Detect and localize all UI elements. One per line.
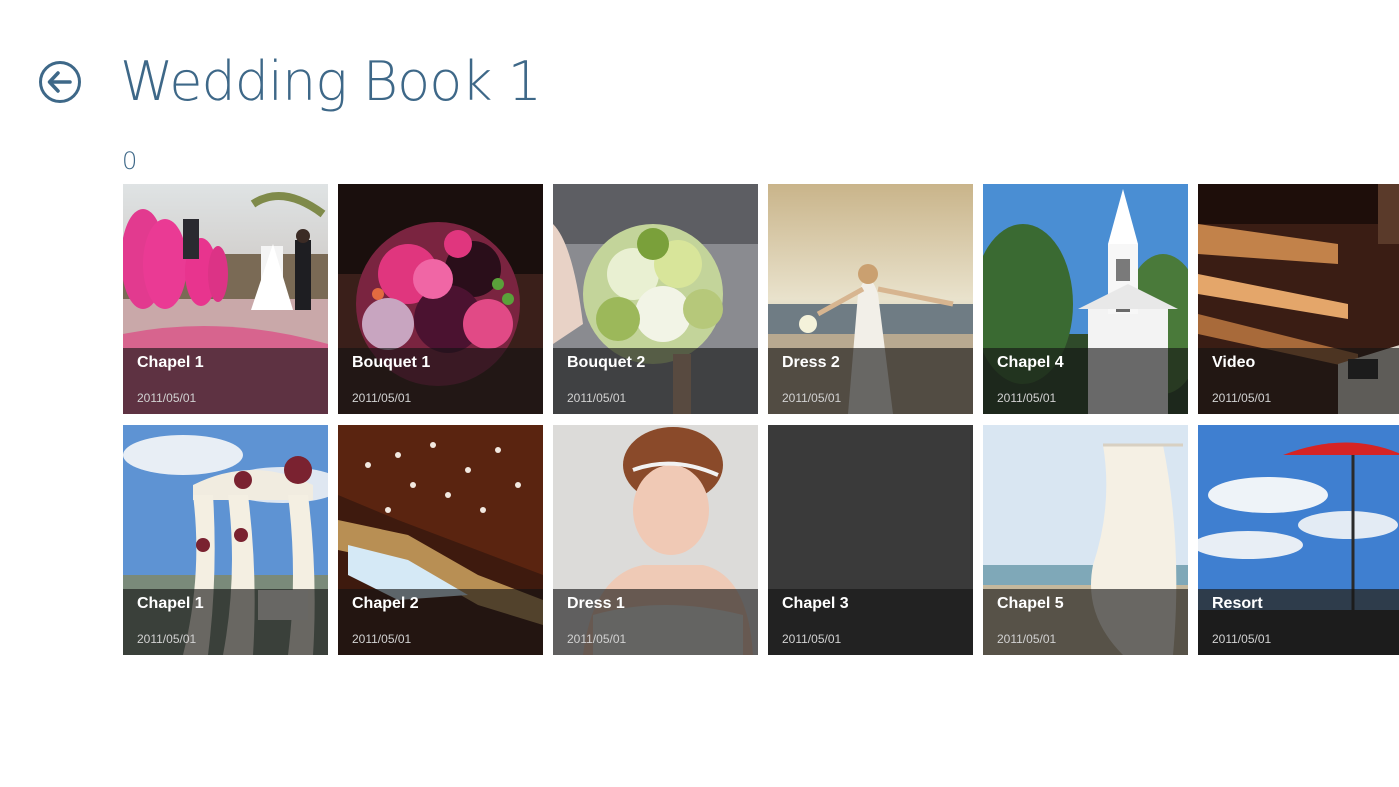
- tile-title: Dress 2: [782, 354, 840, 371]
- tile-title: Chapel 5: [997, 595, 1064, 612]
- tile-date: 2011/05/01: [997, 632, 1057, 646]
- tile-title: Bouquet 1: [352, 354, 431, 371]
- tile-title: Dress 1: [567, 595, 625, 612]
- photo-tile[interactable]: Dress 2 2011/05/01: [768, 184, 973, 414]
- back-arrow-circle-icon: [39, 61, 81, 103]
- group-header: 0: [122, 147, 138, 175]
- app-page: Wedding Book 1 0 Chapel 1 2011/05/01 Bou…: [0, 0, 1399, 787]
- tile-caption: Chapel 2 2011/05/01: [338, 589, 543, 655]
- tile-title: Chapel 4: [997, 354, 1064, 371]
- tile-caption: Chapel 1 2011/05/01: [123, 589, 328, 655]
- photo-tile[interactable]: Resort 2011/05/01: [1198, 425, 1399, 655]
- tile-caption: Chapel 4 2011/05/01: [983, 348, 1188, 414]
- tile-title: Chapel 1: [137, 595, 204, 612]
- photo-tile[interactable]: Chapel 5 2011/05/01: [983, 425, 1188, 655]
- tile-date: 2011/05/01: [137, 632, 197, 646]
- tile-date: 2011/05/01: [567, 391, 627, 405]
- tile-title: Resort: [1212, 595, 1263, 612]
- photo-tile[interactable]: Chapel 4 2011/05/01: [983, 184, 1188, 414]
- tile-date: 2011/05/01: [352, 391, 412, 405]
- photo-tile[interactable]: Bouquet 1 2011/05/01: [338, 184, 543, 414]
- tile-date: 2011/05/01: [782, 632, 842, 646]
- photo-tile[interactable]: Bouquet 2 2011/05/01: [553, 184, 758, 414]
- tile-caption: Bouquet 1 2011/05/01: [338, 348, 543, 414]
- tile-caption: Dress 2 2011/05/01: [768, 348, 973, 414]
- tile-date: 2011/05/01: [352, 632, 412, 646]
- tile-title: Video: [1212, 354, 1256, 371]
- tile-caption: Dress 1 2011/05/01: [553, 589, 758, 655]
- tile-date: 2011/05/01: [997, 391, 1057, 405]
- photo-tile[interactable]: Video 2011/05/01: [1198, 184, 1399, 414]
- tile-title: Chapel 1: [137, 354, 204, 371]
- photo-grid: Chapel 1 2011/05/01 Bouquet 1 2011/05/01…: [123, 184, 1399, 656]
- tile-date: 2011/05/01: [137, 391, 197, 405]
- photo-tile[interactable]: Chapel 3 2011/05/01: [768, 425, 973, 655]
- tile-caption: Chapel 3 2011/05/01: [768, 589, 973, 655]
- photo-tile[interactable]: Dress 1 2011/05/01: [553, 425, 758, 655]
- tile-caption: Chapel 1 2011/05/01: [123, 348, 328, 414]
- tile-title: Bouquet 2: [567, 354, 646, 371]
- tile-title: Chapel 2: [352, 595, 419, 612]
- page-title: Wedding Book 1: [120, 50, 542, 113]
- photo-tile[interactable]: Chapel 1 2011/05/01: [123, 425, 328, 655]
- tile-caption: Bouquet 2 2011/05/01: [553, 348, 758, 414]
- back-button[interactable]: [38, 60, 82, 104]
- photo-tile[interactable]: Chapel 1 2011/05/01: [123, 184, 328, 414]
- tile-caption: Chapel 5 2011/05/01: [983, 589, 1188, 655]
- tile-date: 2011/05/01: [567, 632, 627, 646]
- photo-tile[interactable]: Chapel 2 2011/05/01: [338, 425, 543, 655]
- tile-caption: Resort 2011/05/01: [1198, 589, 1399, 655]
- tile-date: 2011/05/01: [782, 391, 842, 405]
- tile-date: 2011/05/01: [1212, 632, 1272, 646]
- tile-date: 2011/05/01: [1212, 391, 1272, 405]
- tile-title: Chapel 3: [782, 595, 849, 612]
- tile-caption: Video 2011/05/01: [1198, 348, 1399, 414]
